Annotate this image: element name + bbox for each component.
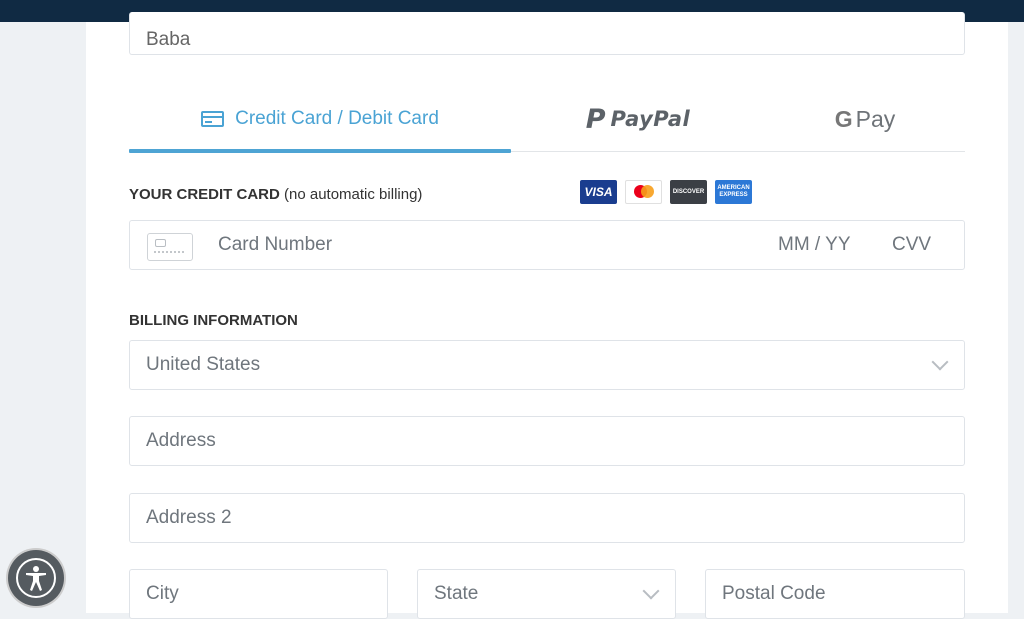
tab-google-pay[interactable]: G Pay [765,90,965,148]
card-outline-icon [147,233,193,261]
chevron-down-icon [642,582,660,600]
country-select-value: United States [146,354,261,375]
billing-heading-title: BILLING INFORMATION [129,312,298,329]
tab-paypal[interactable]: P PayPal [511,90,765,148]
chevron-down-icon [931,353,949,371]
active-tab-indicator [129,149,511,153]
state-placeholder: State [434,583,479,604]
amex-logo: AMERICAN EXPRESS [715,180,752,204]
card-logos: VISA DISCOVER AMERICAN EXPRESS [580,180,752,204]
mastercard-logo [625,180,662,204]
visa-logo: VISA [580,180,617,204]
state-select[interactable]: State [417,569,676,619]
address2-placeholder: Address 2 [146,507,232,528]
google-g-icon: G [834,105,853,132]
accessibility-icon [16,558,56,598]
name-field[interactable]: Baba [129,12,965,55]
city-field[interactable]: City [129,569,388,619]
tab-credit-card-label: Credit Card / Debit Card [235,108,439,129]
credit-card-heading-title: YOUR CREDIT CARD [129,186,280,203]
expiry-input[interactable]: MM / YY [778,234,851,256]
discover-logo: DISCOVER [670,180,707,204]
address-placeholder: Address [146,430,216,451]
card-number-field[interactable]: Card Number MM / YY CVV [129,220,965,270]
billing-heading: BILLING INFORMATION [129,312,298,329]
address2-field[interactable]: Address 2 [129,493,965,543]
name-field-value: Baba [146,29,191,50]
tab-credit-card[interactable]: Credit Card / Debit Card [129,90,511,148]
tab-paypal-label: PayPal [610,107,691,131]
address-field[interactable]: Address [129,416,965,466]
credit-card-icon [201,111,225,127]
cvv-input[interactable]: CVV [892,234,931,256]
city-placeholder: City [146,583,179,604]
credit-card-heading: YOUR CREDIT CARD (no automatic billing) [129,186,422,203]
postal-code-field[interactable]: Postal Code [705,569,965,619]
credit-card-heading-note: (no automatic billing) [284,186,423,203]
tab-google-pay-label: Pay [855,105,896,132]
card-number-placeholder: Card Number [218,234,333,255]
payment-method-tabs: Credit Card / Debit Card P PayPal G Pay [129,90,965,153]
paypal-icon: P [585,103,606,135]
country-select[interactable]: United States [129,340,965,390]
checkout-panel: Baba Credit Card / Debit Card P PayPal G… [86,12,1008,619]
accessibility-button[interactable] [8,550,64,606]
postal-placeholder: Postal Code [722,583,826,604]
